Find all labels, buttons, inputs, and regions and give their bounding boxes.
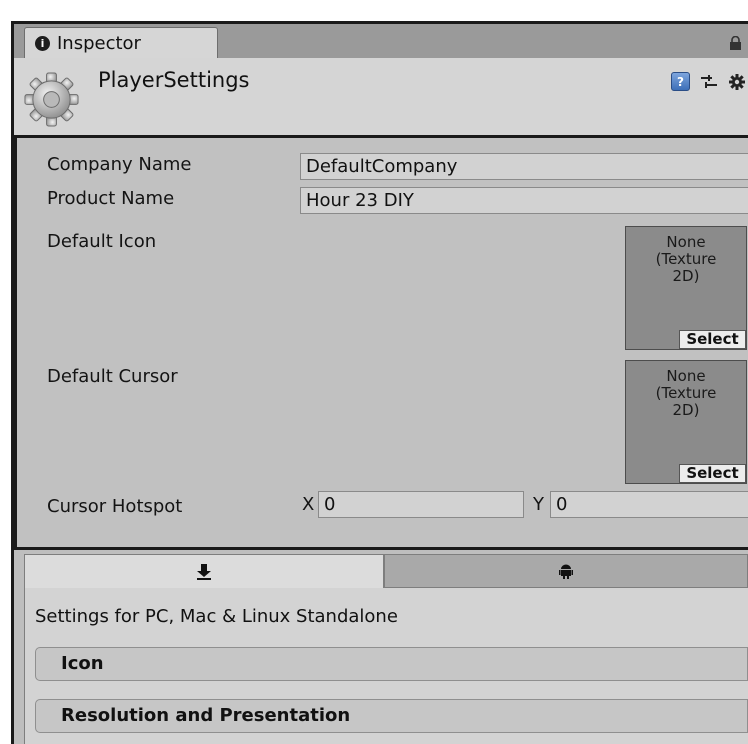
download-arrow-icon xyxy=(197,563,211,580)
tab-inspector[interactable]: i Inspector xyxy=(24,27,218,58)
default-icon-label: Default Icon xyxy=(47,231,157,252)
tab-android-platform[interactable] xyxy=(384,554,748,588)
default-icon-select-button[interactable]: Select xyxy=(679,330,746,349)
hotspot-y-label: Y xyxy=(533,494,544,515)
hotspot-x-label: X xyxy=(302,494,315,515)
inspector-title: PlayerSettings xyxy=(98,68,250,92)
product-name-field[interactable]: Hour 23 DIY xyxy=(300,187,748,214)
android-icon xyxy=(559,564,573,579)
icon-section-foldout[interactable]: Icon xyxy=(35,647,748,681)
tab-label: Inspector xyxy=(57,32,141,54)
settings-gear-icon[interactable] xyxy=(728,73,748,91)
resolution-section-foldout[interactable]: Resolution and Presentation xyxy=(35,699,748,733)
product-name-label: Product Name xyxy=(47,188,175,209)
hotspot-x-field[interactable]: 0 xyxy=(318,491,524,518)
tab-standalone-platform[interactable] xyxy=(24,554,384,588)
tab-bar: i Inspector xyxy=(14,24,748,58)
help-icon[interactable]: ? xyxy=(671,72,690,91)
company-name-label: Company Name xyxy=(47,154,192,175)
default-cursor-texture-slot[interactable]: None (Texture 2D) Select xyxy=(625,360,747,484)
platform-settings-title: Settings for PC, Mac & Linux Standalone xyxy=(35,606,398,627)
hotspot-y-field[interactable]: 0 xyxy=(550,491,748,518)
preset-sliders-icon[interactable] xyxy=(700,73,718,91)
default-icon-slot-text: None (Texture 2D) xyxy=(655,233,717,285)
inspector-window: i Inspector PlayerSettings ? Company Nam… xyxy=(11,21,748,744)
gear-icon xyxy=(24,72,79,127)
company-name-field[interactable]: DefaultCompany xyxy=(300,153,748,180)
cursor-hotspot-label: Cursor Hotspot xyxy=(47,496,183,517)
player-settings-panel: Company Name DefaultCompany Product Name… xyxy=(14,135,748,550)
default-icon-texture-slot[interactable]: None (Texture 2D) Select xyxy=(625,226,747,350)
default-cursor-select-button[interactable]: Select xyxy=(679,464,746,483)
default-cursor-label: Default Cursor xyxy=(47,366,178,387)
default-cursor-slot-text: None (Texture 2D) xyxy=(655,367,717,419)
info-icon: i xyxy=(35,35,50,51)
platform-settings-area: Settings for PC, Mac & Linux Standalone … xyxy=(24,588,748,744)
lock-icon[interactable] xyxy=(729,36,742,50)
inspector-header: PlayerSettings ? xyxy=(14,58,748,135)
platform-tabs xyxy=(24,554,748,588)
